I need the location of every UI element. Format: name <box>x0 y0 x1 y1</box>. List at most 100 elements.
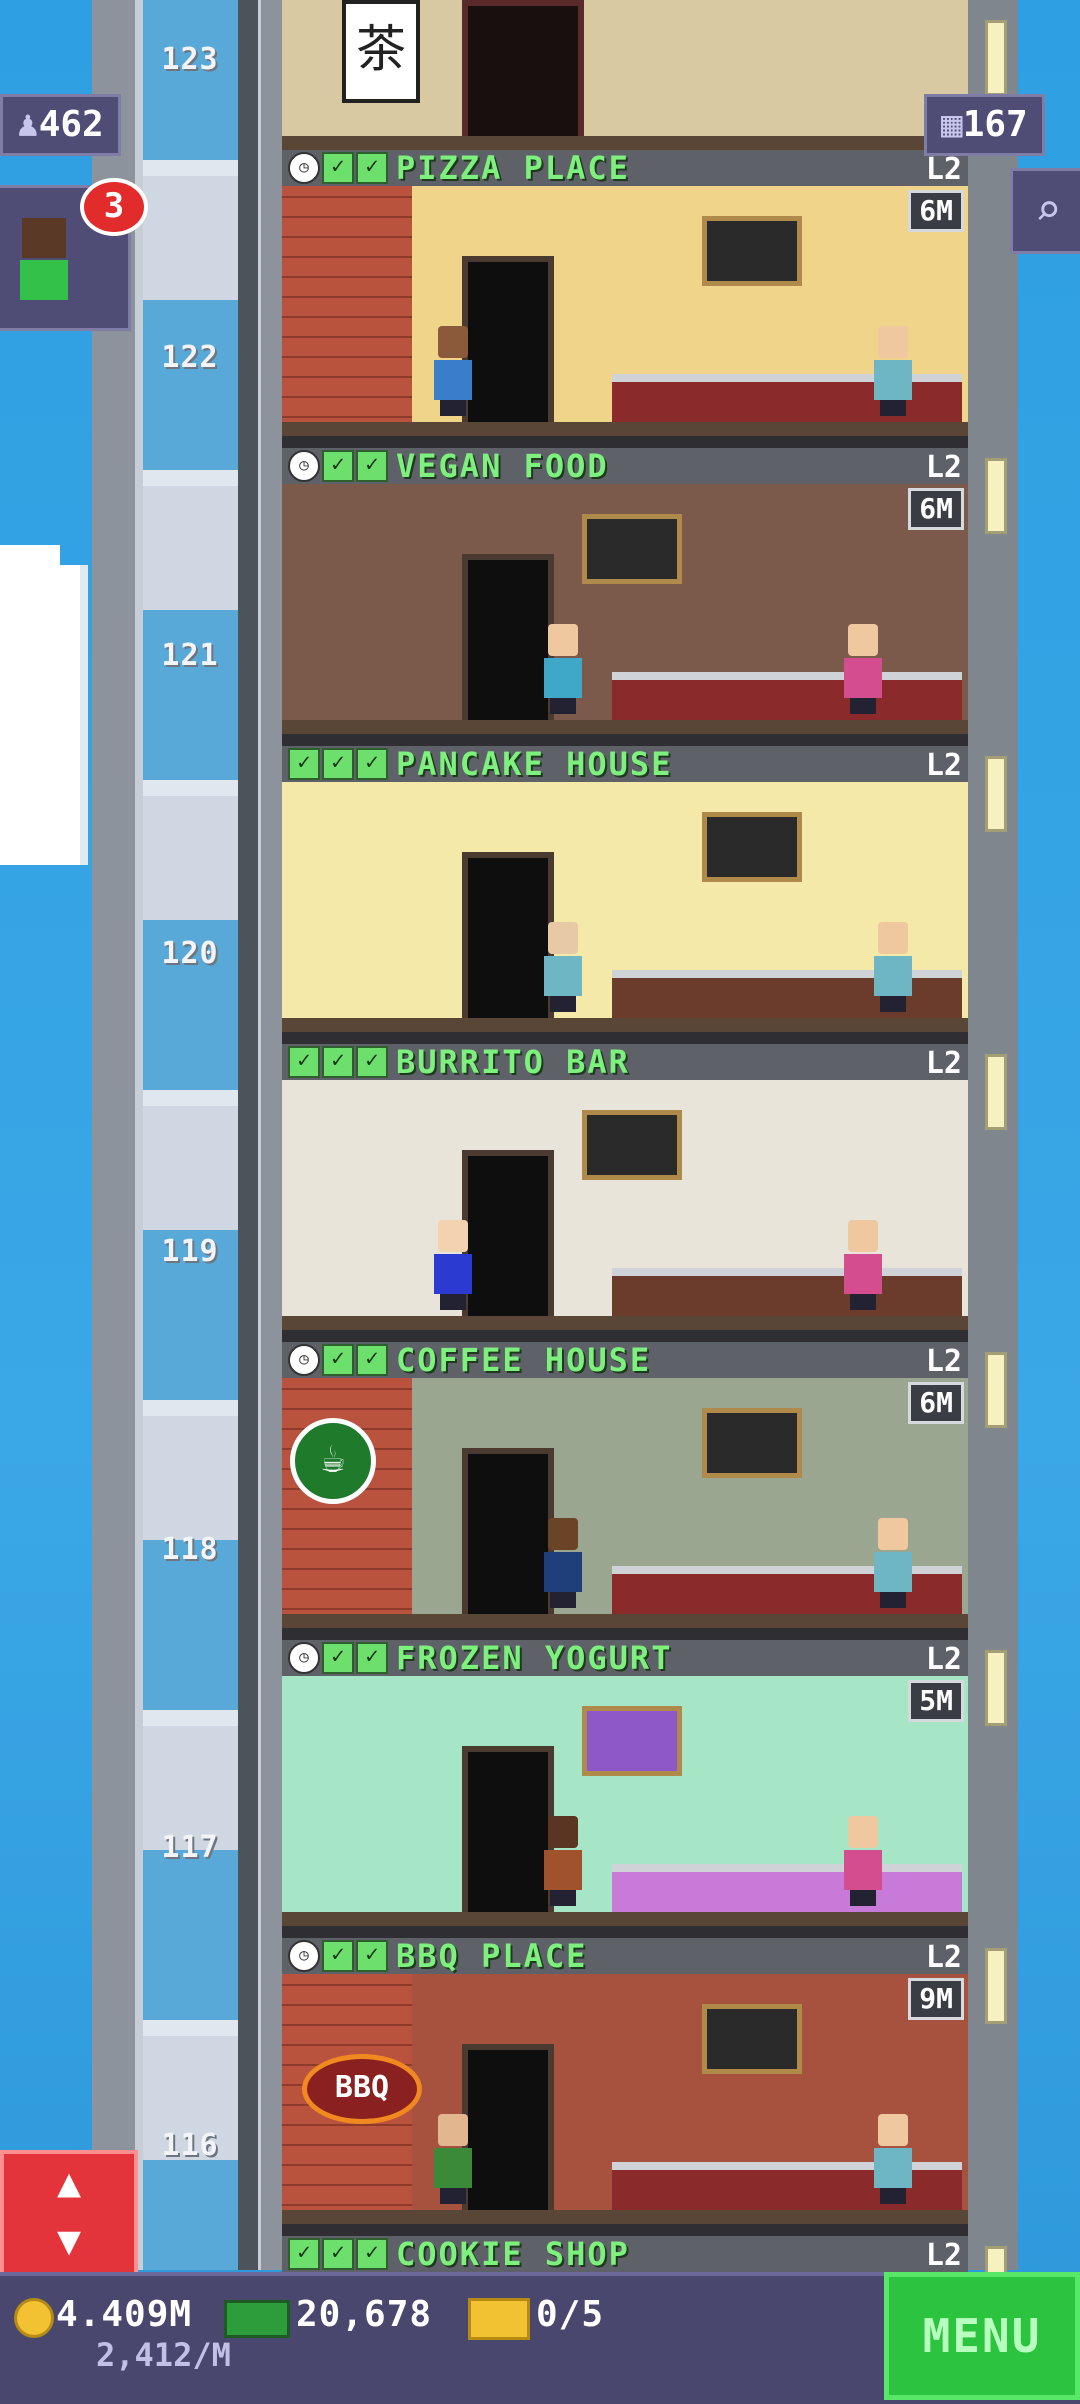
window-light <box>985 1948 1007 2024</box>
floor-header: ◷ ✓ ✓ COFFEE HOUSE L2 <box>282 1341 968 1379</box>
check-icon: ✓ <box>322 1344 354 1376</box>
door <box>462 1150 554 1322</box>
clock-icon: ◷ <box>288 1344 320 1376</box>
floor-header: ✓ ✓ ✓ COOKIE SHOP L2 <box>282 2235 968 2273</box>
floor-name: PIZZA PLACE <box>396 149 630 187</box>
floor-status: ◷ ✓ ✓ <box>282 450 388 482</box>
room-interior <box>282 484 968 734</box>
floor-level: L2 <box>925 1344 962 1379</box>
floor-base <box>282 2210 968 2224</box>
menu-board <box>702 812 802 882</box>
floor-base <box>282 1316 968 1330</box>
menu-button[interactable]: MENU <box>884 2272 1080 2400</box>
visitor-body <box>20 260 68 300</box>
bitizen[interactable] <box>842 1220 884 1310</box>
tower-right-wall <box>968 0 1018 2270</box>
population-counter[interactable]: ♟462 <box>0 94 121 156</box>
bitizen[interactable] <box>872 922 914 1012</box>
check-icon: ✓ <box>322 152 354 184</box>
floor-status: ◷ ✓ ✓ <box>282 1642 388 1674</box>
floor-pancake-house[interactable]: ✓ ✓ ✓ PANCAKE HOUSE L2 <box>282 745 968 1044</box>
floor-level: L2 <box>925 152 962 187</box>
check-icon: ✓ <box>356 1940 388 1972</box>
door <box>462 0 584 152</box>
restock-timer: 6M <box>908 1382 964 1424</box>
window-light <box>985 1650 1007 1726</box>
door <box>462 554 554 726</box>
bitizen[interactable] <box>432 326 474 416</box>
building-icon: ▦ <box>941 104 963 145</box>
floor-name: BURRITO BAR <box>396 1043 630 1081</box>
floor-status: ✓ ✓ ✓ <box>282 2238 388 2270</box>
coffee-cup-icon: ☕ <box>290 1418 376 1504</box>
floor-coffee-house[interactable]: ◷ ✓ ✓ COFFEE HOUSE L2 ☕ 6M <box>282 1341 968 1640</box>
floor-pizza-place[interactable]: ◷ ✓ ✓ PIZZA PLACE L2 6M <box>282 149 968 448</box>
check-icon: ✓ <box>288 748 320 780</box>
bitizen[interactable] <box>432 2114 474 2204</box>
coin-icon <box>14 2298 54 2338</box>
brick-wall <box>282 186 412 436</box>
floor-burrito-bar[interactable]: ✓ ✓ ✓ BURRITO BAR L2 <box>282 1043 968 1342</box>
search-button[interactable]: ⌕ <box>1010 168 1080 254</box>
notification-badge: 3 <box>80 178 148 236</box>
floor-cookie-shop[interactable]: ✓ ✓ ✓ COOKIE SHOP L2 <box>282 2235 968 2273</box>
floor-base <box>282 1912 968 1926</box>
bitizen[interactable] <box>842 624 884 714</box>
check-icon: ✓ <box>288 2238 320 2270</box>
bitizen[interactable] <box>432 1220 474 1310</box>
floor-number: 116 <box>161 2128 219 2163</box>
floors-counter[interactable]: ▦167 <box>924 94 1045 156</box>
floor-base <box>282 1614 968 1628</box>
floor-frozen-yogurt[interactable]: ◷ ✓ ✓ FROZEN YOGURT L2 5M <box>282 1639 968 1938</box>
floor-status: ◷ ✓ ✓ <box>282 152 388 184</box>
check-icon: ✓ <box>356 152 388 184</box>
floor-level: L2 <box>925 2238 962 2273</box>
tower-bux-icon <box>224 2300 290 2338</box>
menu-board <box>582 1110 682 1180</box>
floor-number: 123 <box>161 42 219 77</box>
floor-header: ✓ ✓ ✓ BURRITO BAR L2 <box>282 1043 968 1081</box>
bitizen[interactable] <box>542 624 584 714</box>
clock-icon: ◷ <box>288 450 320 482</box>
floor-name: COOKIE SHOP <box>396 2235 630 2273</box>
up-down-arrows-icon: ▲ ▼ <box>56 2160 82 2264</box>
floor-vegan-food[interactable]: ◷ ✓ ✓ VEGAN FOOD L2 6M <box>282 447 968 746</box>
floor-header: ◷ ✓ ✓ FROZEN YOGURT L2 <box>282 1639 968 1677</box>
floor-number: 119 <box>161 1234 219 1269</box>
room-interior <box>282 1080 968 1330</box>
elevator-cable <box>238 0 258 2270</box>
counter <box>612 1864 962 1912</box>
check-icon: ✓ <box>288 1046 320 1078</box>
floor-number: 121 <box>161 638 219 673</box>
coins-rate: 2,412/M <box>96 2336 231 2374</box>
magnifier-icon: ⌕ <box>1034 185 1062 236</box>
menu-board <box>702 1408 802 1478</box>
visitor-head <box>22 218 66 258</box>
door <box>462 1448 554 1620</box>
brick-wall <box>282 1378 412 1628</box>
bitizen[interactable] <box>872 2114 914 2204</box>
menu-board <box>582 514 682 584</box>
door <box>462 2044 554 2216</box>
bitizen[interactable] <box>872 1518 914 1608</box>
floor-bbq-place[interactable]: ◷ ✓ ✓ BBQ PLACE L2 BBQ 9M <box>282 1937 968 2236</box>
top-floor-room[interactable]: 茶 <box>282 0 968 152</box>
check-icon: ✓ <box>322 450 354 482</box>
elevator-button[interactable]: ▲ ▼ <box>0 2150 138 2276</box>
room-interior <box>282 1676 968 1926</box>
check-icon: ✓ <box>322 1642 354 1674</box>
bitizen[interactable] <box>542 1816 584 1906</box>
bitizen[interactable] <box>872 326 914 416</box>
check-icon: ✓ <box>322 1940 354 1972</box>
bitizen[interactable] <box>842 1816 884 1906</box>
clock-icon: ◷ <box>288 1940 320 1972</box>
floor-base <box>282 720 968 734</box>
floor-header: ◷ ✓ ✓ VEGAN FOOD L2 <box>282 447 968 485</box>
floor-status: ✓ ✓ ✓ <box>282 1046 388 1078</box>
door <box>462 256 554 428</box>
room-interior: ☕ <box>282 1378 968 1628</box>
bitizen[interactable] <box>542 1518 584 1608</box>
door <box>462 852 554 1024</box>
bitizen[interactable] <box>542 922 584 1012</box>
floor-level: L2 <box>925 748 962 783</box>
